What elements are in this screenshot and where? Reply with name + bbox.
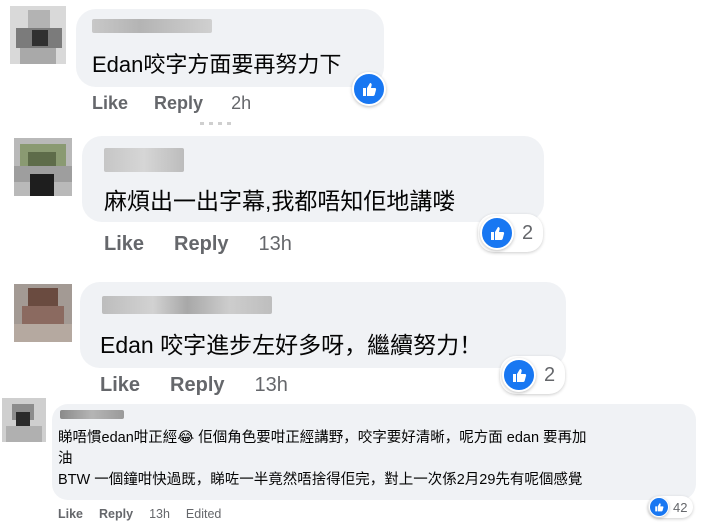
- like-button[interactable]: Like: [92, 93, 128, 114]
- thumbs-up-icon: [513, 369, 527, 382]
- comment-bubble: Edan咬字方面要再努力下: [76, 9, 384, 87]
- comment-timestamp[interactable]: 2h: [231, 93, 251, 114]
- like-button[interactable]: Like: [104, 233, 144, 256]
- reaction-count: 2: [522, 221, 534, 244]
- comment-bubble: 睇唔慣edan咁正經😂 佢個角色要咁正經講野，咬字要好清晰，呢方面 edan 要…: [52, 404, 696, 500]
- comment-text-line: 睇唔慣edan咁正經😂 佢個角色要咁正經講野，咬字要好清晰，呢方面 edan 要…: [58, 430, 587, 446]
- avatar[interactable]: [10, 6, 66, 64]
- comment-text: Edan咬字方面要再努力下: [92, 52, 342, 77]
- reaction-summary[interactable]: 2: [478, 214, 544, 252]
- reply-button[interactable]: Reply: [174, 233, 228, 256]
- reaction-count: 42: [673, 499, 688, 515]
- comment-bubble: Edan 咬字進步左好多呀，繼續努力！: [80, 282, 566, 368]
- comment-bubble: 麻煩出一出字幕,我都唔知佢地講喽: [82, 136, 544, 222]
- reaction-count: 2: [544, 363, 556, 386]
- author-name[interactable]: [102, 296, 272, 314]
- comment-actions: Like Reply 2h: [92, 93, 251, 114]
- edited-label: Edited: [185, 507, 222, 521]
- comment-text: 麻煩出一出字幕,我都唔知佢地講喽: [104, 188, 456, 214]
- thumbs-up-icon: [655, 503, 664, 512]
- avatar[interactable]: [2, 398, 46, 442]
- comment-timestamp[interactable]: 13h: [149, 507, 170, 521]
- reply-button[interactable]: Reply: [170, 374, 224, 397]
- comment-timestamp[interactable]: 13h: [259, 233, 292, 256]
- reply-button[interactable]: Reply: [99, 507, 133, 521]
- comment-text-line: 油: [58, 451, 73, 467]
- author-name[interactable]: [92, 19, 212, 33]
- comment-actions: Like Reply 13h: [100, 374, 288, 397]
- comment-text-line: BTW 一個鐘咁快過既，睇咗一半竟然唔捨得佢完，對上一次係2月29先有呢個感覺: [58, 472, 583, 488]
- avatar[interactable]: [14, 284, 72, 342]
- reaction-summary[interactable]: [352, 72, 386, 106]
- thumbs-up-icon: [491, 227, 505, 240]
- reply-button[interactable]: Reply: [154, 93, 203, 114]
- like-button[interactable]: Like: [100, 374, 140, 397]
- thumbs-up-icon: [363, 83, 377, 96]
- comment-timestamp[interactable]: 13h: [255, 374, 288, 397]
- avatar[interactable]: [14, 138, 72, 196]
- reaction-summary[interactable]: 2: [500, 356, 566, 394]
- comment-actions: Like Reply 13h Edited: [58, 507, 221, 521]
- comment-text: Edan 咬字進步左好多呀，繼續努力！: [100, 332, 483, 358]
- divider: [200, 122, 236, 125]
- author-name[interactable]: [104, 148, 184, 172]
- reaction-summary[interactable]: 42: [648, 496, 694, 518]
- author-name[interactable]: [60, 410, 124, 419]
- comment-actions: Like Reply 13h: [104, 233, 292, 256]
- like-button[interactable]: Like: [58, 507, 83, 521]
